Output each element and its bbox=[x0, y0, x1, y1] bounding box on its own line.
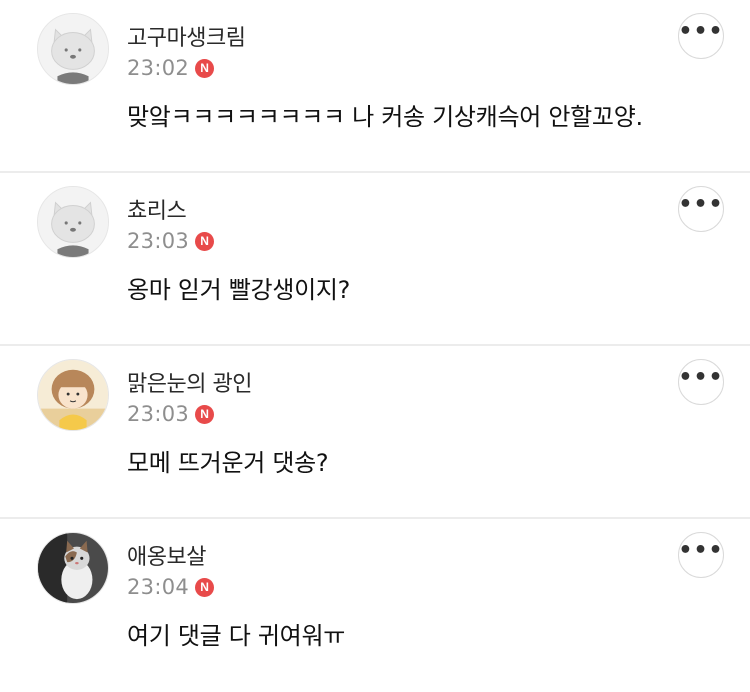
comment-text: 옹마 읻거 빨강생이지? bbox=[127, 276, 351, 304]
nickname[interactable]: 쵸리스 bbox=[127, 193, 187, 225]
comment-list: 고구마생크림 23:02 N 맞앜ㅋㅋㅋㅋㅋㅋㅋㅋ 나 커송 기상캐슥어 안할꼬… bbox=[0, 0, 750, 692]
comment-meta: 23:02 N bbox=[127, 55, 215, 81]
comment-meta: 23:03 N bbox=[127, 228, 215, 254]
nickname[interactable]: 애옹보살 bbox=[127, 539, 206, 571]
comment-text: 여기 댓글 다 귀여워ㅠ bbox=[127, 622, 346, 650]
timestamp: 23:03 bbox=[127, 229, 190, 253]
nickname[interactable]: 고구마생크림 bbox=[127, 20, 246, 52]
more-dots-icon: ••• bbox=[678, 192, 724, 217]
cartoon-person-avatar-icon bbox=[38, 360, 108, 430]
avatar[interactable] bbox=[37, 359, 109, 431]
more-options-button[interactable]: ••• bbox=[678, 532, 724, 578]
more-dots-icon: ••• bbox=[678, 365, 724, 390]
avatar[interactable] bbox=[37, 186, 109, 258]
avatar[interactable] bbox=[37, 532, 109, 604]
default-cat-avatar-icon bbox=[38, 187, 108, 257]
new-badge: N bbox=[195, 404, 215, 424]
more-dots-icon: ••• bbox=[678, 19, 724, 44]
comment-text: 맞앜ㅋㅋㅋㅋㅋㅋㅋㅋ 나 커송 기상캐슥어 안할꼬양. bbox=[127, 103, 643, 131]
timestamp: 23:03 bbox=[127, 402, 190, 426]
nickname[interactable]: 맑은눈의 광인 bbox=[127, 366, 252, 398]
more-dots-icon: ••• bbox=[678, 538, 724, 563]
comment-item: 쵸리스 23:03 N 옹마 읻거 빨강생이지? ••• bbox=[0, 173, 750, 346]
comment-item: 고구마생크림 23:02 N 맞앜ㅋㅋㅋㅋㅋㅋㅋㅋ 나 커송 기상캐슥어 안할꼬… bbox=[0, 0, 750, 173]
avatar[interactable] bbox=[37, 13, 109, 85]
comment-meta: 23:04 N bbox=[127, 574, 215, 600]
cat-photo-avatar-icon bbox=[38, 533, 108, 603]
default-cat-avatar-icon bbox=[38, 14, 108, 84]
comment-item: 맑은눈의 광인 23:03 N 모메 뜨거운거 댓송? ••• bbox=[0, 346, 750, 519]
timestamp: 23:02 bbox=[127, 56, 190, 80]
more-options-button[interactable]: ••• bbox=[678, 186, 724, 232]
new-badge: N bbox=[195, 577, 215, 597]
more-options-button[interactable]: ••• bbox=[678, 13, 724, 59]
new-badge: N bbox=[195, 231, 215, 251]
timestamp: 23:04 bbox=[127, 575, 190, 599]
new-badge: N bbox=[195, 58, 215, 78]
comment-meta: 23:03 N bbox=[127, 401, 215, 427]
comment-text: 모메 뜨거운거 댓송? bbox=[127, 449, 329, 477]
more-options-button[interactable]: ••• bbox=[678, 359, 724, 405]
comment-item: 애옹보살 23:04 N 여기 댓글 다 귀여워ㅠ ••• bbox=[0, 519, 750, 692]
